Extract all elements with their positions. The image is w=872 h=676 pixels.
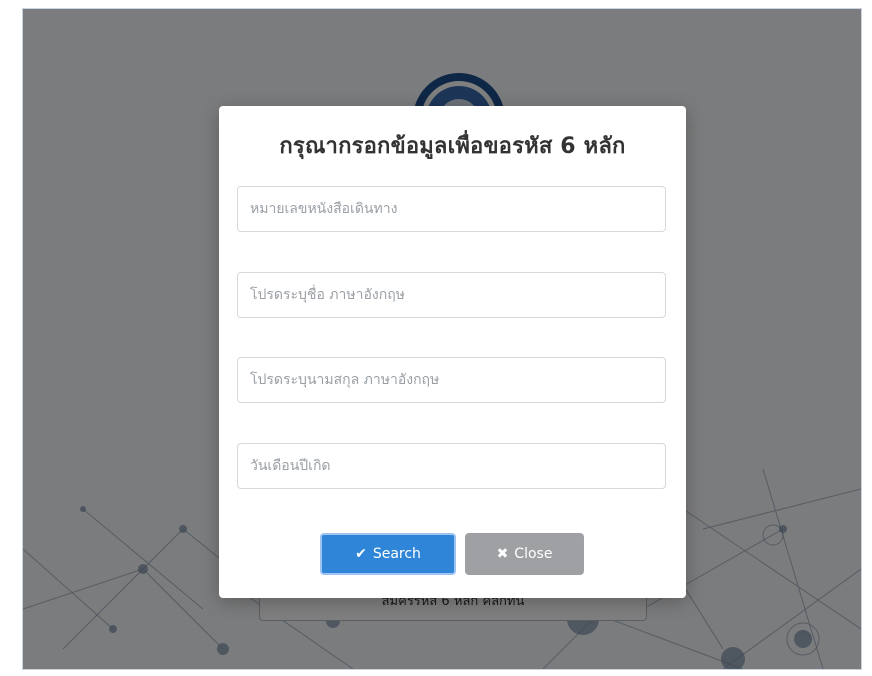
- first-name-english-input[interactable]: [237, 272, 666, 318]
- request-code-modal: กรุณากรอกข้อมูลเพื่อขอรหัส 6 หลัก ✔ Sear…: [219, 106, 686, 598]
- passport-number-input[interactable]: [237, 186, 666, 232]
- last-name-english-input[interactable]: [237, 357, 666, 403]
- close-button[interactable]: ✖ Close: [465, 533, 584, 575]
- date-of-birth-input[interactable]: [237, 443, 666, 489]
- search-button[interactable]: ✔ Search: [320, 533, 456, 575]
- search-button-label: Search: [372, 546, 421, 562]
- close-icon: ✖: [496, 546, 509, 562]
- check-icon: ✔: [355, 546, 367, 562]
- close-button-label: Close: [514, 546, 553, 562]
- modal-title: กรุณากรอกข้อมูลเพื่อขอรหัส 6 หลัก: [279, 134, 626, 159]
